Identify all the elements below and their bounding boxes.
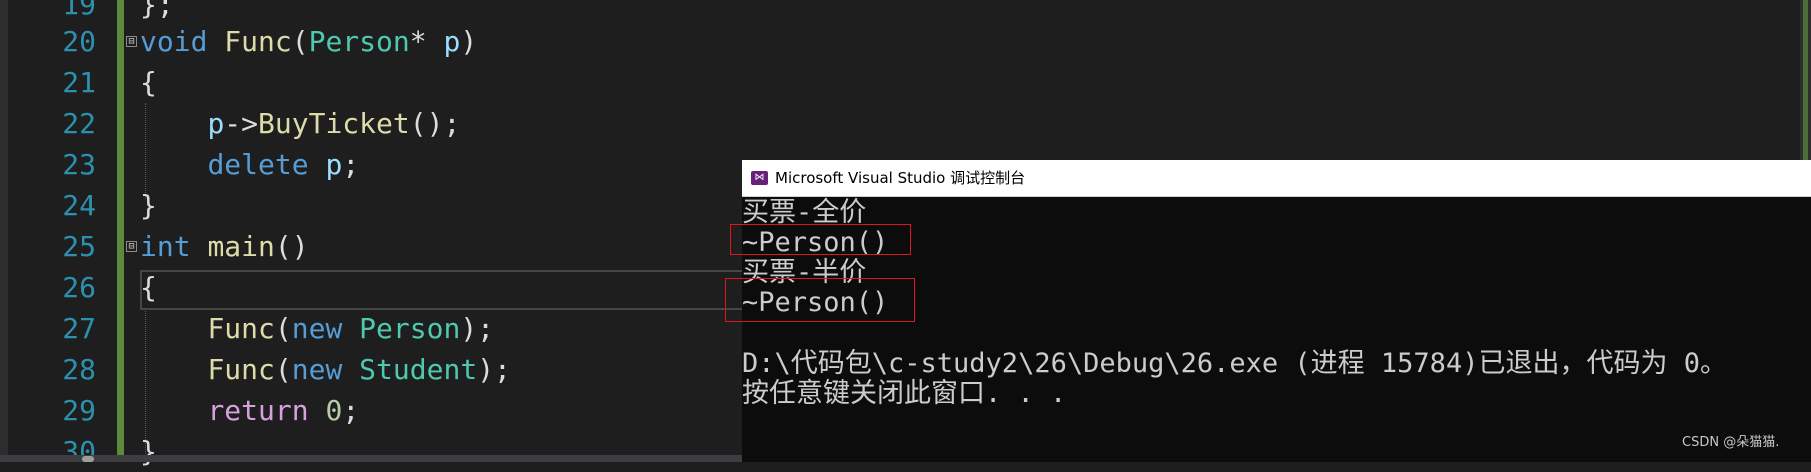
code-token: ;: [342, 148, 360, 181]
code-token: p: [207, 107, 225, 140]
code-token: );: [460, 312, 495, 345]
watermark: CSDN @朵猫猫.: [1682, 435, 1780, 450]
code-line[interactable]: Func(new Student);: [140, 349, 511, 390]
line-number: 20: [62, 25, 96, 58]
line-number: 21: [62, 66, 96, 99]
line-number: 22: [62, 107, 96, 140]
line-number: 30: [62, 435, 96, 468]
console-output-line: 按任意键关闭此窗口. . .: [742, 378, 1067, 409]
code-token: }: [140, 189, 157, 222]
fold-collapse-icon[interactable]: ⊟: [126, 36, 137, 47]
code-line[interactable]: }: [140, 185, 157, 226]
code-token: ;: [342, 394, 360, 427]
line-number-gutter: 19 20 21 22 23 24 25 26 27 28 29 30: [8, 0, 100, 468]
code-token: p: [325, 148, 343, 181]
vertical-scrollbar[interactable]: [1800, 0, 1811, 160]
code-token: (: [291, 25, 309, 58]
code-line[interactable]: Func(new Person);: [140, 308, 494, 349]
code-token: int: [140, 230, 191, 263]
code-token: ->: [224, 107, 259, 140]
code-token: (): [274, 230, 309, 263]
horizontal-scrollbar[interactable]: [0, 455, 744, 462]
line-number: 29: [62, 394, 96, 427]
code-token: Student: [359, 353, 478, 386]
code-line[interactable]: int main(): [140, 226, 309, 267]
line-number: 24: [62, 189, 96, 222]
code-token: new: [291, 353, 343, 386]
line-number: 23: [62, 148, 96, 181]
console-output-line: D:\代码包\c-study2\26\Debug\26.exe (进程 1578…: [742, 348, 1727, 379]
debug-console-window[interactable]: ⋈ Microsoft Visual Studio 调试控制台 买票-全价 ~P…: [725, 160, 1811, 462]
code-token: p: [443, 25, 461, 58]
code-token: main: [207, 230, 275, 263]
console-title: Microsoft Visual Studio 调试控制台: [775, 169, 1026, 187]
code-token: *: [409, 25, 444, 58]
visual-studio-glyph: ⋈: [754, 172, 765, 183]
console-title-bar[interactable]: ⋈ Microsoft Visual Studio 调试控制台: [742, 160, 1811, 197]
code-token: {: [140, 271, 157, 304]
code-token: void: [140, 25, 208, 58]
code-line[interactable]: {: [140, 267, 157, 308]
code-line[interactable]: p->BuyTicket();: [140, 103, 460, 144]
code-token: new: [291, 312, 343, 345]
code-line[interactable]: {: [140, 62, 157, 103]
code-token: delete: [207, 148, 309, 181]
code-token: {: [140, 66, 157, 99]
line-number: 27: [62, 312, 96, 345]
code-line[interactable]: void Func(Person* p): [140, 21, 477, 62]
code-token: (: [274, 353, 292, 386]
line-number: 25: [62, 230, 96, 263]
code-token: (: [274, 312, 292, 345]
scrollbar-thumb[interactable]: [82, 456, 94, 462]
scrollbar-thumb[interactable]: [1803, 0, 1808, 160]
change-tracking-bar: [117, 0, 124, 462]
code-line[interactable]: return 0;: [140, 390, 359, 431]
highlight-box: [730, 224, 911, 255]
code-token: Func: [224, 25, 292, 58]
code-token: };: [140, 0, 174, 21]
code-token: ();: [409, 107, 461, 140]
code-token: );: [477, 353, 511, 386]
code-token: BuyTicket: [258, 107, 410, 140]
line-number: 28: [62, 353, 96, 386]
code-token: }: [140, 435, 157, 468]
code-token: Func: [207, 353, 275, 386]
code-token: Func: [207, 312, 275, 345]
visual-studio-icon: ⋈: [751, 171, 768, 185]
highlight-box: [725, 278, 915, 322]
code-line[interactable]: delete p;: [140, 144, 359, 185]
line-number: 26: [62, 271, 96, 304]
code-token: Person: [359, 312, 461, 345]
current-line-highlight: [140, 270, 760, 310]
code-line[interactable]: }: [140, 431, 157, 472]
code-token: ): [460, 25, 478, 58]
code-token: 0: [325, 394, 343, 427]
code-token: Person: [308, 25, 410, 58]
code-token: return: [207, 394, 309, 427]
fold-collapse-icon[interactable]: ⊟: [126, 241, 137, 252]
